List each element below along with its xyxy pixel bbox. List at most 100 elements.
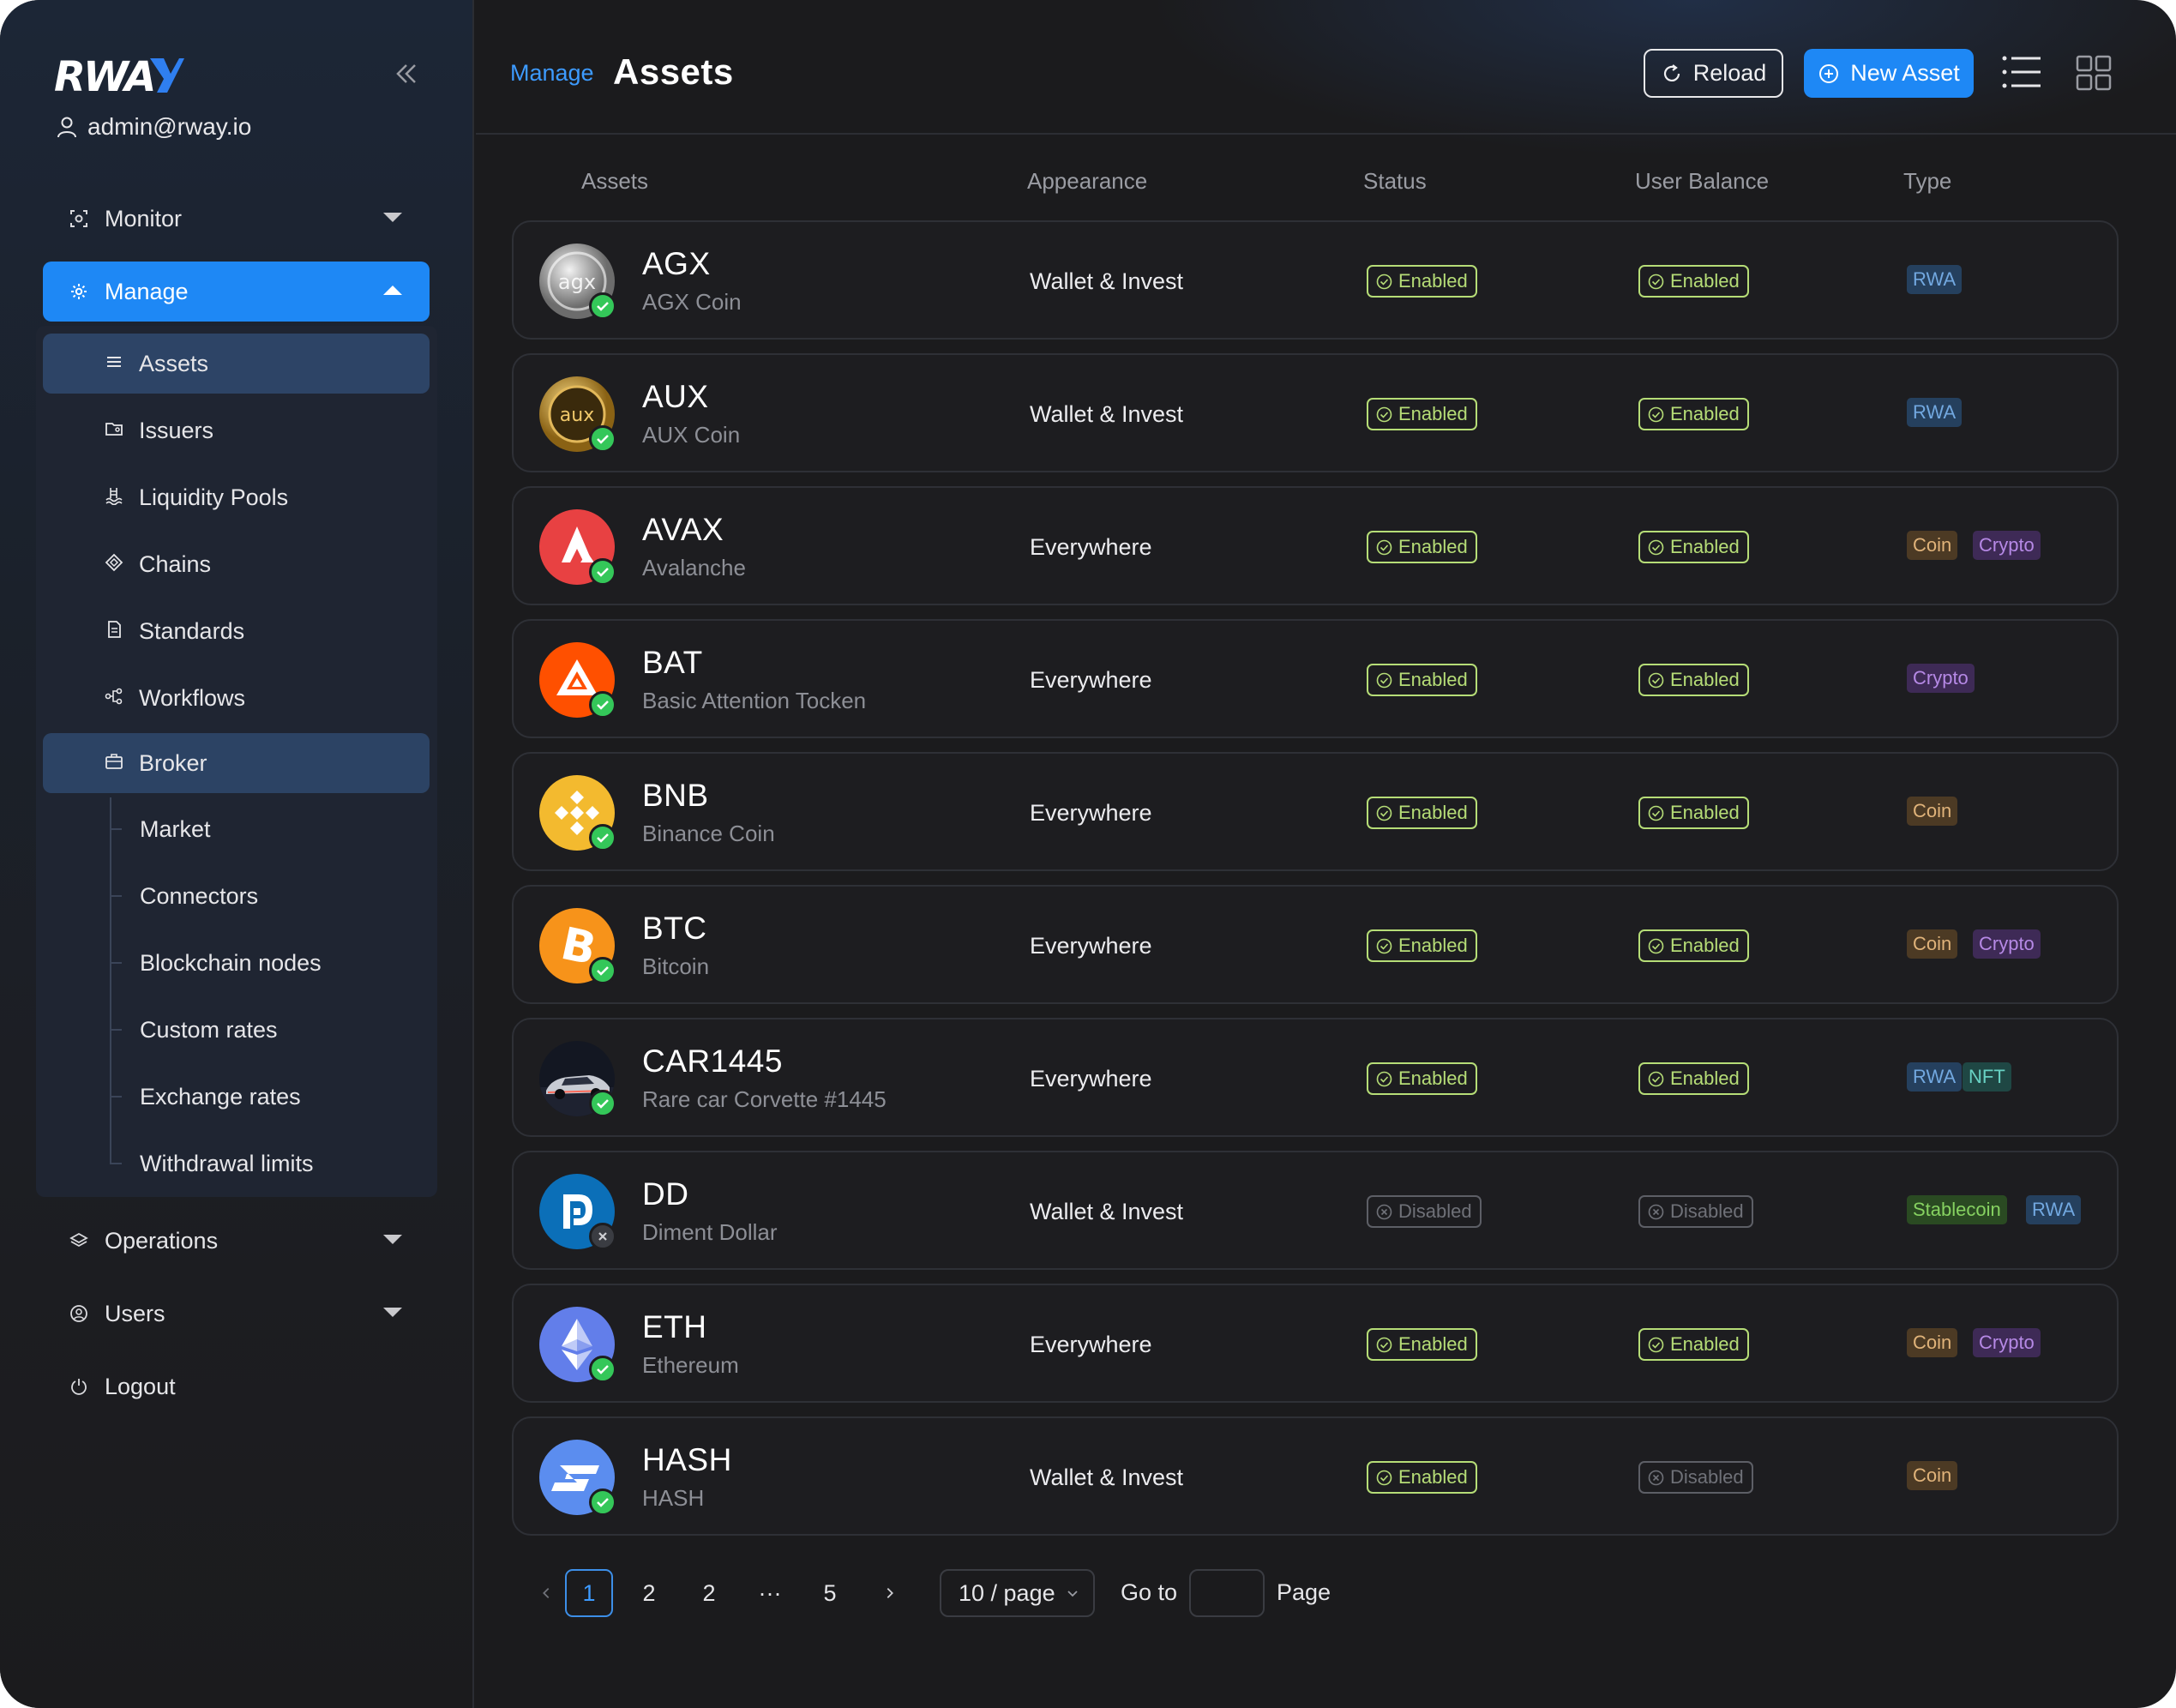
page-size-value: 10 / page: [959, 1579, 1055, 1606]
goto-page-input[interactable]: [1189, 1569, 1265, 1617]
sidebar-item-connectors[interactable]: Connectors: [43, 869, 430, 923]
list-view-icon[interactable]: [2002, 55, 2041, 89]
page-5-button[interactable]: 5: [806, 1569, 854, 1617]
sidebar-item-standards[interactable]: Standards: [43, 601, 430, 661]
nav-monitor[interactable]: Monitor: [43, 189, 430, 249]
column-header-appearance[interactable]: Appearance: [1027, 168, 1147, 195]
table-row[interactable]: ETH Ethereum Everywhere Enabled Enabled …: [512, 1284, 2119, 1403]
type-tag: RWA: [1907, 265, 1963, 294]
type-tag: Crypto: [1973, 1328, 2041, 1357]
asset-name: Diment Dollar: [642, 1219, 778, 1245]
current-user: admin@rway.io: [55, 113, 251, 141]
asset-symbol: CAR1445: [642, 1043, 783, 1079]
page-size-select[interactable]: 10 / page: [940, 1569, 1095, 1617]
x-badge-icon: [589, 1223, 616, 1250]
layers-icon: [69, 1230, 89, 1251]
check-circle-icon: [1648, 539, 1664, 555]
sidebar-item-issuers[interactable]: Issuers: [43, 400, 430, 460]
page-2-button[interactable]: 2: [625, 1569, 673, 1617]
table-row[interactable]: DD Diment Dollar Wallet & Invest Disable…: [512, 1151, 2119, 1270]
check-circle-icon: [1648, 274, 1664, 289]
column-header-user-balance[interactable]: User Balance: [1635, 168, 1769, 195]
table-row[interactable]: BNB Binance Coin Everywhere Enabled Enab…: [512, 752, 2119, 871]
table-row[interactable]: agx AGX AGX Coin Wallet & Invest Enabled…: [512, 220, 2119, 340]
page-1-button[interactable]: 1: [565, 1569, 613, 1617]
asset-symbol: HASH: [642, 1442, 732, 1477]
sidebar-item-broker[interactable]: Broker: [43, 733, 430, 793]
next-page-icon[interactable]: [866, 1569, 914, 1617]
asset-appearance: Everywhere: [1030, 1332, 1152, 1357]
asset-symbol: BTC: [642, 911, 707, 946]
sidebar-item-chains[interactable]: Chains: [43, 534, 430, 594]
rway-logo[interactable]: RWA: [54, 55, 184, 96]
table-row[interactable]: AVAX Avalanche Everywhere Enabled Enable…: [512, 486, 2119, 605]
nav-operations[interactable]: Operations: [43, 1211, 430, 1271]
nav-manage[interactable]: Manage: [43, 262, 430, 322]
asset-name: Rare car Corvette #1445: [642, 1086, 887, 1112]
asset-name: Binance Coin: [642, 821, 775, 846]
sidebar-item-workflows[interactable]: Workflows: [43, 668, 430, 728]
table-row[interactable]: HASH HASH Wallet & Invest Enabled Disabl…: [512, 1416, 2119, 1536]
nav-logout[interactable]: Logout: [43, 1356, 430, 1416]
sidebar-item-exchange-rates[interactable]: Exchange rates: [43, 1069, 430, 1124]
user-balance-badge: Disabled: [1638, 1195, 1753, 1228]
column-header-status[interactable]: Status: [1363, 168, 1427, 195]
status-badge: Enabled: [1367, 1328, 1477, 1361]
sidebar-item-liquidity-pools[interactable]: Liquidity Pools: [43, 467, 430, 527]
table-row[interactable]: aux AUX AUX Coin Wallet & Invest Enabled…: [512, 353, 2119, 472]
user-balance-badge: Enabled: [1638, 531, 1749, 563]
status-badge: Enabled: [1367, 929, 1477, 962]
svg-text:agx: agx: [558, 270, 596, 294]
asset-name: HASH: [642, 1485, 705, 1511]
sidebar-item-blockchain-nodes[interactable]: Blockchain nodes: [43, 935, 430, 990]
chevron-down-icon: [383, 213, 402, 222]
user-balance-badge: Disabled: [1638, 1461, 1753, 1494]
user-balance-badge: Enabled: [1638, 797, 1749, 829]
asset-name: Ethereum: [642, 1352, 739, 1378]
type-tag: Crypto: [1907, 664, 1975, 693]
chevron-down-icon: [383, 1235, 402, 1244]
type-tag: Coin: [1907, 1328, 1958, 1357]
sidebar-item-assets[interactable]: Assets: [43, 334, 430, 394]
check-circle-icon: [1376, 1071, 1392, 1086]
table-row[interactable]: B BTC Bitcoin Everywhere Enabled Enabled…: [512, 885, 2119, 1004]
check-badge-icon: [589, 957, 616, 984]
prev-page-icon[interactable]: [522, 1569, 570, 1617]
sidebar-item-market[interactable]: Market: [43, 802, 430, 857]
sidebar-item-label: Connectors: [140, 882, 259, 909]
check-badge-icon: [589, 558, 616, 586]
grid-view-icon[interactable]: [2076, 55, 2112, 91]
power-icon: [69, 1376, 89, 1397]
type-tag: Coin: [1907, 929, 1958, 959]
check-circle-icon: [1648, 938, 1664, 953]
sidebar-item-custom-rates[interactable]: Custom rates: [43, 1002, 430, 1057]
page-2-button[interactable]: 2: [685, 1569, 733, 1617]
asset-name: Bitcoin: [642, 953, 710, 979]
status-badge: Enabled: [1367, 531, 1477, 563]
nav-users[interactable]: Users: [43, 1284, 430, 1344]
asset-appearance: Wallet & Invest: [1030, 1199, 1184, 1224]
asset-appearance: Everywhere: [1030, 534, 1152, 560]
x-circle-icon: [1376, 1204, 1392, 1219]
status-badge: Enabled: [1367, 265, 1477, 298]
table-row[interactable]: CAR1445 Rare car Corvette #1445 Everywhe…: [512, 1018, 2119, 1137]
asset-symbol: AVAX: [642, 512, 724, 547]
page-ellipsis[interactable]: ···: [746, 1569, 794, 1617]
chevron-up-icon: [383, 286, 402, 295]
collapse-sidebar-icon[interactable]: [391, 58, 422, 89]
main-content: Manage Assets Reload New Asset Assets Ap…: [476, 0, 2176, 1708]
x-circle-icon: [1648, 1204, 1664, 1219]
asset-symbol: AUX: [642, 379, 709, 414]
svg-text:aux: aux: [560, 405, 594, 426]
sidebar-item-label: Chains: [139, 550, 212, 577]
column-header-type[interactable]: Type: [1903, 168, 1951, 195]
breadcrumb[interactable]: Manage: [510, 60, 594, 87]
new-asset-button[interactable]: New Asset: [1804, 49, 1974, 98]
table-row[interactable]: BAT Basic Attention Tocken Everywhere En…: [512, 619, 2119, 738]
asset-appearance: Wallet & Invest: [1030, 268, 1184, 294]
type-tag: RWA: [1907, 398, 1963, 427]
column-header-assets[interactable]: Assets: [581, 168, 648, 195]
sidebar-item-withdrawal-limits[interactable]: Withdrawal limits: [43, 1136, 430, 1191]
type-tag: Coin: [1907, 531, 1958, 560]
reload-button[interactable]: Reload: [1644, 49, 1783, 98]
